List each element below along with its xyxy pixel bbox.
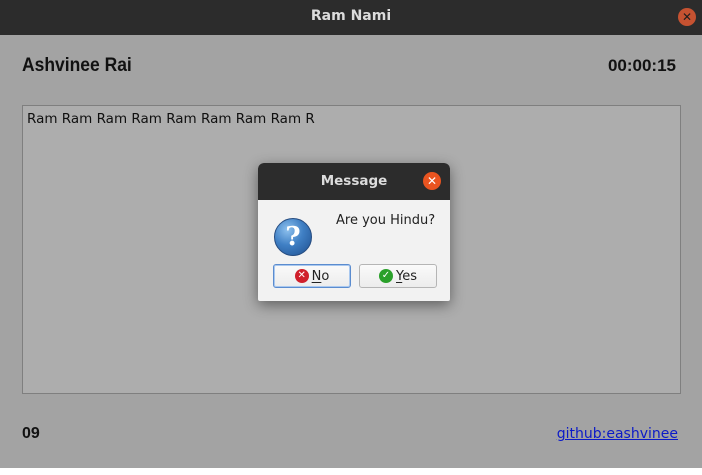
window-title: Ram Nami [310, 8, 392, 24]
check-circle-icon: ✓ [379, 269, 393, 283]
no-label-mnemonic: N [311, 268, 322, 284]
count-label: 09 [22, 425, 40, 442]
window-close-button[interactable]: ✕ [678, 8, 696, 26]
yes-button[interactable]: ✓ Yes [359, 264, 437, 288]
main-window: Ram Nami ✕ Ashvinee Rai 00:00:15 Ram Ram… [0, 0, 702, 468]
close-icon: ✕ [426, 174, 438, 188]
user-name-label: Ashvinee Rai [22, 55, 132, 76]
dialog-message: Are you Hindu? [336, 213, 436, 228]
timer-label: 00:00:15 [607, 56, 676, 75]
no-button-label: No [312, 269, 330, 284]
chant-text: Ram Ram Ram Ram Ram Ram Ram Ram R [27, 111, 315, 127]
no-label-rest: o [321, 268, 330, 284]
yes-button-label: Yes [396, 269, 417, 284]
desktop-background [0, 468, 702, 475]
message-dialog: Message ✕ ? Are you Hindu? ✕ No ✓ Yes [258, 163, 450, 301]
question-icon: ? [274, 218, 312, 256]
close-icon: ✕ [681, 10, 693, 24]
github-link[interactable]: github:eashvinee [557, 426, 678, 442]
no-button[interactable]: ✕ No [273, 264, 351, 288]
window-titlebar: Ram Nami ✕ [0, 0, 702, 35]
dialog-titlebar: Message ✕ [258, 163, 450, 200]
yes-label-rest: es [402, 268, 417, 284]
cancel-circle-icon: ✕ [294, 269, 309, 283]
dialog-close-button[interactable]: ✕ [423, 172, 441, 190]
dialog-title: Message [320, 173, 388, 189]
